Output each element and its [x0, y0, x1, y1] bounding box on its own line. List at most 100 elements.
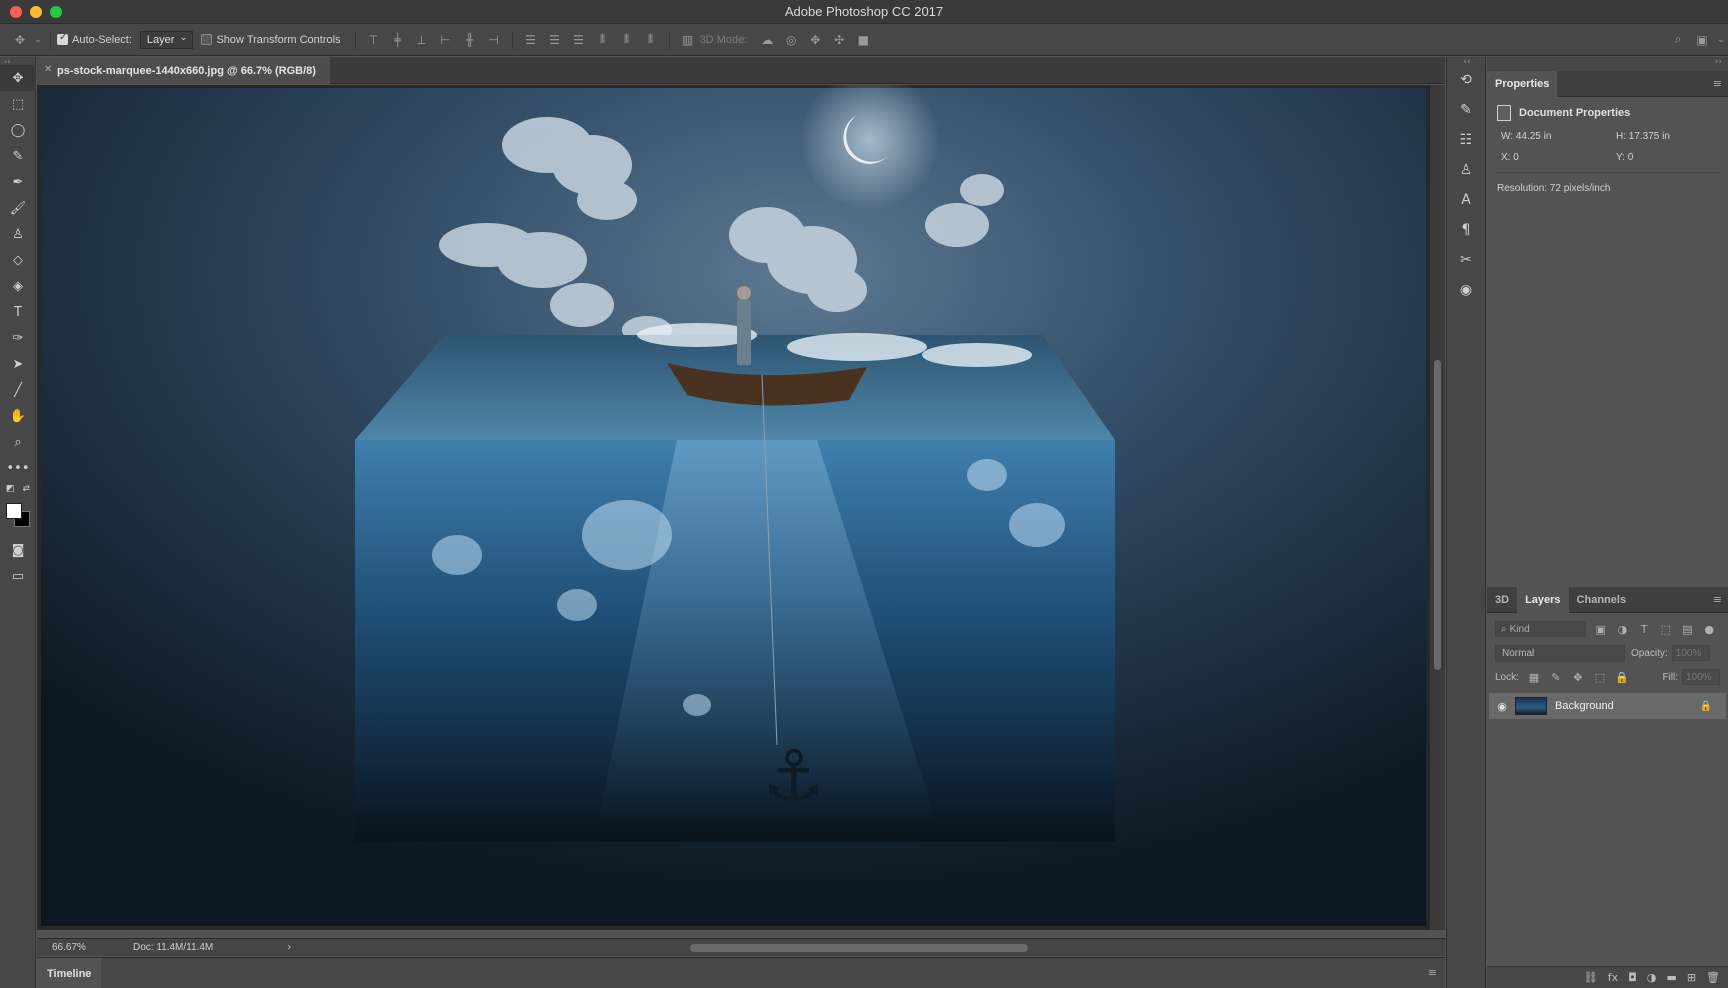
- opacity-input[interactable]: 100%: [1671, 645, 1710, 661]
- new-group-icon[interactable]: ▬: [1666, 971, 1676, 984]
- filter-smart-object-icon[interactable]: ▤: [1677, 623, 1699, 636]
- lock-transparent-icon[interactable]: ▦: [1523, 671, 1545, 684]
- collapse-panels-icon[interactable]: ‹‹: [1447, 57, 1487, 71]
- distribute-horizontal-center-icon[interactable]: ⫴: [615, 30, 639, 50]
- width-field[interactable]: W: 44.25 in: [1501, 131, 1616, 142]
- chevron-down-icon[interactable]: ⌄: [32, 30, 44, 50]
- tab-channels[interactable]: Channels: [1569, 587, 1635, 613]
- distribute-vertical-center-icon[interactable]: ☰: [543, 30, 567, 50]
- swap-colors-icon[interactable]: ⇄: [22, 484, 30, 494]
- tab-layers[interactable]: Layers: [1517, 587, 1569, 613]
- checkbox-checked-icon[interactable]: [57, 32, 68, 45]
- x-field[interactable]: X: 0: [1501, 152, 1616, 163]
- filter-kind-dropdown[interactable]: ⌕ Kind: [1495, 621, 1586, 637]
- clone-stamp-tool-icon[interactable]: ♙: [0, 221, 36, 247]
- document-size[interactable]: Doc: 11.4M/11.4M: [133, 942, 213, 953]
- workspace-icon[interactable]: ▣: [1690, 30, 1714, 50]
- collapse-toolbar-icon[interactable]: ››: [0, 57, 35, 66]
- path-selection-tool-icon[interactable]: ➤: [0, 351, 36, 377]
- align-vertical-center-icon[interactable]: ╪: [386, 30, 410, 50]
- 3d-camera-icon[interactable]: ■: [851, 30, 875, 50]
- align-right-icon[interactable]: ⊣: [482, 30, 506, 50]
- filter-shape-icon[interactable]: ⬚: [1655, 623, 1677, 636]
- brush-tool-icon[interactable]: 🖌: [0, 195, 36, 221]
- distribute-top-icon[interactable]: ☰: [519, 30, 543, 50]
- y-field[interactable]: Y: 0: [1616, 152, 1726, 163]
- lock-position-icon[interactable]: ✥: [1567, 671, 1589, 684]
- vertical-scrollbar[interactable]: [1430, 85, 1445, 930]
- lasso-tool-icon[interactable]: ◯: [0, 117, 36, 143]
- auto-select-checkbox[interactable]: Auto-Select:: [57, 32, 132, 46]
- align-left-icon[interactable]: ⊢: [434, 30, 458, 50]
- lock-pixels-icon[interactable]: ✎: [1545, 671, 1567, 684]
- align-bottom-icon[interactable]: ⊥: [410, 30, 434, 50]
- paint-bucket-tool-icon[interactable]: ◈: [0, 273, 36, 299]
- distribute-right-icon[interactable]: ⫴: [639, 30, 663, 50]
- auto-select-dropdown[interactable]: Layer ⌄: [139, 30, 194, 49]
- panel-menu-icon[interactable]: ≡: [1428, 966, 1437, 979]
- more-tools-icon[interactable]: •••: [0, 455, 36, 481]
- move-tool-preset-icon[interactable]: ✥: [8, 30, 32, 50]
- fill-input[interactable]: 100%: [1682, 669, 1720, 685]
- eraser-tool-icon[interactable]: ◇: [0, 247, 36, 273]
- checkbox-unchecked-icon[interactable]: [201, 34, 213, 45]
- distribute-bottom-icon[interactable]: ☰: [567, 30, 591, 50]
- new-adjustment-layer-icon[interactable]: ◑: [1647, 971, 1657, 984]
- lock-all-icon[interactable]: 🔒: [1611, 671, 1633, 684]
- panel-menu-icon[interactable]: ≡: [1713, 77, 1722, 90]
- add-mask-icon[interactable]: ◘: [1628, 971, 1637, 984]
- collapse-right-panel-icon[interactable]: ››: [1487, 57, 1728, 71]
- eyedropper-tool-icon[interactable]: ✒: [0, 169, 36, 195]
- auto-align-icon[interactable]: ▥: [676, 30, 700, 50]
- align-top-icon[interactable]: ⊤: [362, 30, 386, 50]
- eye-icon[interactable]: ◉: [1489, 700, 1515, 713]
- clone-source-icon[interactable]: ♙: [1447, 155, 1485, 185]
- tab-properties[interactable]: Properties: [1487, 71, 1558, 97]
- chevron-down-icon[interactable]: ⌄: [1714, 30, 1728, 50]
- libraries-icon[interactable]: ◉: [1447, 275, 1485, 305]
- marquee-tool-icon[interactable]: ⬚: [0, 91, 36, 117]
- vertical-scroll-thumb[interactable]: [1434, 360, 1441, 670]
- lock-artboard-icon[interactable]: ⬚: [1589, 671, 1611, 684]
- pen-tool-icon[interactable]: ✑: [0, 325, 36, 351]
- move-tool-icon[interactable]: ✥: [0, 65, 36, 91]
- link-layers-icon[interactable]: ⛓: [1584, 971, 1598, 984]
- paragraph-icon[interactable]: ¶: [1447, 215, 1485, 245]
- quick-selection-tool-icon[interactable]: ✎: [0, 143, 36, 169]
- tab-3d[interactable]: 3D: [1487, 587, 1517, 613]
- document-canvas[interactable]: ⚓: [37, 70, 1430, 930]
- filter-toggle-icon[interactable]: ●: [1698, 623, 1720, 636]
- document-tab[interactable]: ✕ ps-stock-marquee-1440x660.jpg @ 66.7% …: [37, 57, 330, 84]
- panel-menu-icon[interactable]: ≡: [1713, 593, 1722, 606]
- default-colors-icon[interactable]: ◩: [6, 484, 15, 494]
- layer-row[interactable]: ◉ Background 🔒: [1489, 693, 1726, 719]
- delete-layer-icon[interactable]: 🗑: [1706, 971, 1720, 984]
- adjustments-icon[interactable]: ☷: [1447, 125, 1485, 155]
- 3d-orbit-icon[interactable]: ☁: [755, 30, 779, 50]
- lock-icon[interactable]: 🔒: [1700, 701, 1712, 712]
- close-tab-icon[interactable]: ✕: [44, 64, 52, 75]
- zoom-tool-icon[interactable]: ⌕: [0, 429, 36, 455]
- 3d-pan-icon[interactable]: ✥: [803, 30, 827, 50]
- 3d-slide-icon[interactable]: ✣: [827, 30, 851, 50]
- canvas-area[interactable]: ⚓: [37, 70, 1430, 930]
- filter-pixel-icon[interactable]: ▣: [1590, 623, 1612, 636]
- layer-name[interactable]: Background: [1555, 700, 1614, 712]
- distribute-left-icon[interactable]: ⫴: [591, 30, 615, 50]
- tool-presets-icon[interactable]: ✂: [1447, 245, 1485, 275]
- quick-mask-icon[interactable]: ◙: [0, 537, 36, 563]
- filter-type-icon[interactable]: T: [1633, 623, 1655, 636]
- brush-presets-icon[interactable]: ✎: [1447, 95, 1485, 125]
- search-icon[interactable]: ⌕: [1666, 30, 1690, 50]
- screen-mode-icon[interactable]: ▭: [0, 563, 36, 589]
- foreground-color-swatch[interactable]: [6, 503, 22, 519]
- new-layer-icon[interactable]: ⊞: [1687, 971, 1696, 984]
- timeline-tab[interactable]: Timeline: [37, 958, 102, 988]
- status-menu-arrow-icon[interactable]: ›: [287, 942, 291, 953]
- horizontal-scroll-thumb[interactable]: [690, 944, 1028, 952]
- hand-tool-icon[interactable]: ✋: [0, 403, 36, 429]
- line-tool-icon[interactable]: ╱: [0, 377, 36, 403]
- height-field[interactable]: H: 17.375 in: [1616, 131, 1726, 142]
- show-transform-controls-checkbox[interactable]: Show Transform Controls: [201, 34, 341, 46]
- character-icon[interactable]: A: [1447, 185, 1485, 215]
